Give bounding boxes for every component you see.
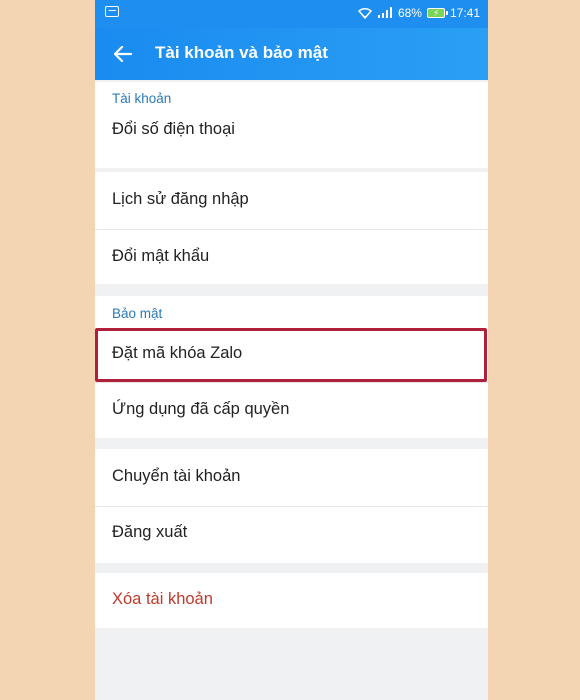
login-history-item[interactable]: Lịch sử đăng nhập (112, 190, 249, 209)
app-bar: Tài khoản và bảo mật (95, 28, 488, 80)
page-title: Tài khoản và bảo mật (155, 43, 328, 62)
battery-icon: ⚡ (426, 8, 448, 18)
signal-icon (377, 7, 393, 19)
session-group: Chuyển tài khoản Đăng xuất (95, 449, 488, 563)
danger-group: Xóa tài khoản (95, 573, 488, 628)
gallery-icon (105, 6, 119, 17)
change-phone-item[interactable]: Đổi số điện thoại (112, 120, 235, 139)
section-label-security: Bảo mật (112, 306, 163, 321)
divider (95, 506, 488, 507)
status-bar: 68% ⚡ 17:41 (95, 0, 488, 28)
delete-account-item[interactable]: Xóa tài khoản (112, 590, 213, 609)
divider (95, 382, 488, 383)
battery-percent: 68% (397, 6, 422, 20)
back-arrow-icon[interactable] (111, 42, 135, 66)
wifi-icon (357, 7, 372, 19)
divider (95, 229, 488, 230)
authorized-apps-item[interactable]: Ứng dụng đã cấp quyền (112, 400, 289, 419)
change-password-item[interactable]: Đổi mật khẩu (112, 247, 209, 266)
phone-screen: 68% ⚡ 17:41 Tài khoản và bảo mật Tài kho… (95, 0, 488, 700)
section-label-account: Tài khoản (112, 91, 172, 106)
status-right: 68% ⚡ 17:41 (357, 6, 480, 20)
account-group-2: Lịch sử đăng nhập Đổi mật khẩu (95, 172, 488, 284)
account-group: Tài khoản Đổi số điện thoại (95, 82, 488, 168)
switch-account-item[interactable]: Chuyển tài khoản (112, 467, 240, 486)
logout-item[interactable]: Đăng xuất (112, 523, 187, 542)
highlight-box (95, 328, 487, 382)
clock: 17:41 (449, 6, 480, 20)
